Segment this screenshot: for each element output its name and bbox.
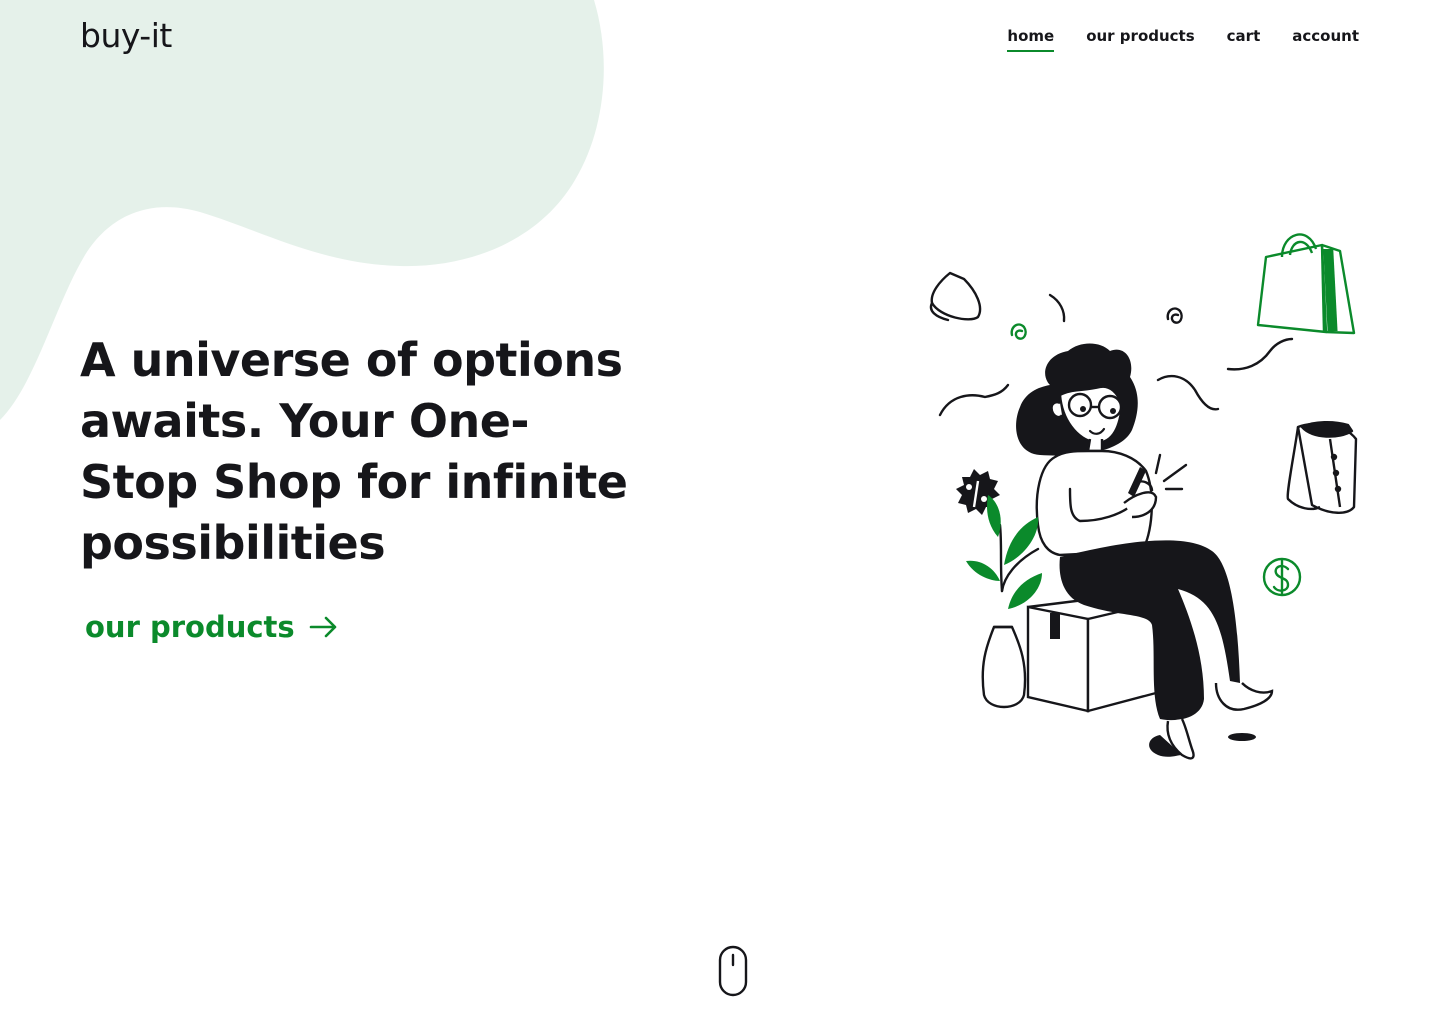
shopping-woman-illustration: [929, 233, 1358, 760]
nav-item-our-products[interactable]: our products: [1086, 26, 1194, 46]
dollar-coin-icon: [1262, 557, 1302, 597]
main-nav: home our products cart account: [1007, 26, 1359, 52]
landing-page: buy-it home our products cart account A …: [0, 0, 1440, 1024]
shirt-icon: [1286, 421, 1358, 514]
our-products-cta-link[interactable]: our products: [85, 610, 339, 644]
cta-label: our products: [85, 610, 295, 644]
nav-item-account[interactable]: account: [1292, 26, 1359, 46]
cup-icon: [929, 271, 982, 322]
hero-headline: A universe of options awaits. Your One-S…: [80, 333, 628, 570]
shopping-bag-icon: [1256, 233, 1356, 335]
arrow-right-icon: [309, 616, 336, 638]
spiral-icon: [1010, 323, 1027, 340]
woman-figure: [1016, 343, 1274, 760]
mouse-scroll-icon[interactable]: [717, 945, 749, 997]
nav-item-cart[interactable]: cart: [1227, 26, 1261, 46]
nav-item-home[interactable]: home: [1007, 26, 1054, 52]
logo[interactable]: buy-it: [80, 16, 172, 55]
